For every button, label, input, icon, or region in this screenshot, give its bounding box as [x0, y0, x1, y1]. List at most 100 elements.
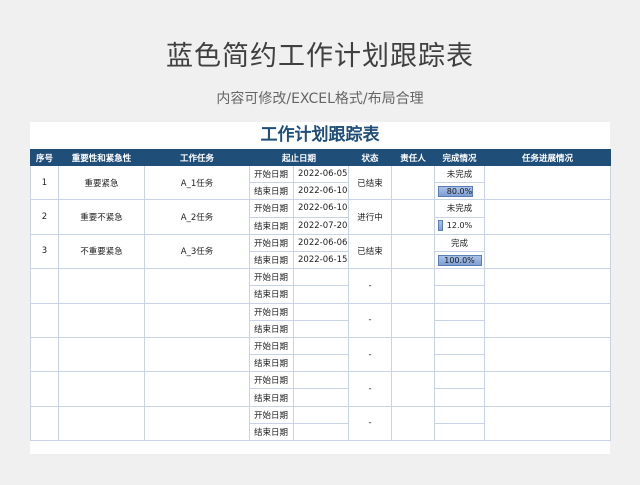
cell-completion[interactable]: 未完成 — [434, 164, 486, 184]
start-date-label: 开始日期 — [249, 405, 294, 424]
col-header-completion[interactable]: 完成情况 — [434, 149, 486, 166]
col-header-status[interactable]: 状态 — [348, 149, 393, 166]
cell-priority[interactable] — [58, 302, 145, 338]
cell-progress-notes[interactable] — [484, 268, 612, 304]
cell-no[interactable]: 1 — [30, 164, 59, 201]
cell-priority[interactable] — [58, 405, 145, 442]
cell-progress-notes[interactable] — [484, 164, 612, 201]
cell-owner[interactable] — [391, 336, 436, 373]
cell-progress-bar[interactable] — [434, 285, 486, 304]
cell-start-date[interactable] — [292, 336, 350, 356]
cell-progress-notes[interactable] — [484, 336, 612, 373]
table-row: 开始日期 - — [30, 405, 612, 442]
cell-start-date[interactable]: 2022-06-10 — [292, 199, 350, 218]
cell-progress-bar[interactable] — [434, 319, 486, 338]
end-date-label: 结束日期 — [249, 422, 294, 442]
col-header-dates[interactable]: 起止日期 — [248, 149, 350, 166]
cell-end-date[interactable]: 2022-06-15 — [292, 250, 350, 270]
start-date-label: 开始日期 — [249, 302, 294, 321]
cell-owner[interactable] — [391, 268, 436, 304]
col-header-task[interactable]: 工作任务 — [144, 149, 250, 166]
cell-owner[interactable] — [391, 164, 436, 201]
cell-priority[interactable] — [58, 371, 145, 407]
cell-priority[interactable]: 不重要紧急 — [58, 233, 145, 270]
cell-end-date[interactable]: 2022-06-10 — [292, 182, 350, 201]
start-date-label: 开始日期 — [249, 268, 294, 287]
cell-task[interactable] — [144, 405, 250, 442]
cell-progress-bar[interactable]: 12.0% — [434, 216, 486, 235]
cell-no[interactable] — [30, 268, 59, 304]
cell-owner[interactable] — [391, 371, 436, 407]
cell-start-date[interactable] — [292, 371, 350, 390]
cell-priority[interactable] — [58, 268, 145, 304]
cell-status[interactable]: 已结束 — [348, 164, 393, 201]
cell-progress-notes[interactable] — [484, 199, 612, 235]
cell-task[interactable]: A_3任务 — [144, 233, 250, 270]
cell-no[interactable] — [30, 371, 59, 407]
cell-owner[interactable] — [391, 302, 436, 338]
cell-status[interactable]: - — [348, 371, 393, 407]
cell-completion[interactable]: 完成 — [434, 233, 486, 252]
progress-percent: 100.0% — [444, 255, 475, 265]
cell-task[interactable]: A_1任务 — [144, 164, 250, 201]
cell-status[interactable]: 进行中 — [348, 199, 393, 235]
cell-task[interactable]: A_2任务 — [144, 199, 250, 235]
table-row: 开始日期 - — [30, 336, 612, 373]
table-row: 3 不重要紧急 A_3任务 开始日期 2022-06-06 已结束 完成 — [30, 233, 612, 270]
cell-no[interactable]: 3 — [30, 233, 59, 270]
cell-owner[interactable] — [391, 199, 436, 235]
cell-status[interactable]: - — [348, 405, 393, 442]
cell-end-date[interactable] — [292, 354, 350, 373]
progress-percent: 12.0% — [446, 221, 473, 231]
cell-end-date[interactable] — [292, 388, 350, 407]
cell-task[interactable] — [144, 302, 250, 338]
cell-priority[interactable] — [58, 336, 145, 373]
cell-progress-bar[interactable]: 100.0% — [434, 250, 486, 270]
cell-completion[interactable] — [434, 405, 486, 424]
cell-start-date[interactable] — [292, 268, 350, 287]
cell-progress-bar[interactable] — [434, 354, 486, 373]
cell-end-date[interactable]: 2022-07-20 — [292, 216, 350, 235]
cell-end-date[interactable] — [292, 319, 350, 338]
cell-priority[interactable]: 重要紧急 — [58, 164, 145, 201]
cell-no[interactable] — [30, 336, 59, 373]
cell-status[interactable]: - — [348, 336, 393, 373]
cell-status[interactable]: 已结束 — [348, 233, 393, 270]
cell-progress-notes[interactable] — [484, 233, 612, 270]
cell-start-date[interactable] — [292, 405, 350, 424]
col-header-priority[interactable]: 重要性和紧急性 — [58, 149, 145, 166]
cell-task[interactable] — [144, 336, 250, 373]
start-date-label: 开始日期 — [249, 199, 294, 218]
cell-progress-notes[interactable] — [484, 405, 612, 442]
cell-no[interactable]: 2 — [30, 199, 59, 235]
cell-progress-bar[interactable]: 80.0% — [434, 182, 486, 201]
cell-task[interactable] — [144, 268, 250, 304]
cell-end-date[interactable] — [292, 285, 350, 304]
cell-end-date[interactable] — [292, 422, 350, 442]
cell-progress-notes[interactable] — [484, 371, 612, 407]
cell-progress-bar[interactable] — [434, 388, 486, 407]
col-header-no[interactable]: 序号 — [30, 149, 59, 166]
cell-owner[interactable] — [391, 233, 436, 270]
cell-progress-notes[interactable] — [484, 302, 612, 338]
col-header-progress-notes[interactable]: 任务进展情况 — [484, 149, 612, 166]
cell-no[interactable] — [30, 405, 59, 442]
cell-completion[interactable] — [434, 336, 486, 356]
cell-progress-bar[interactable] — [434, 422, 486, 442]
cell-completion[interactable] — [434, 268, 486, 287]
cell-task[interactable] — [144, 371, 250, 407]
start-date-label: 开始日期 — [249, 371, 294, 390]
cell-no[interactable] — [30, 302, 59, 338]
cell-start-date[interactable]: 2022-06-06 — [292, 233, 350, 252]
cell-status[interactable]: - — [348, 302, 393, 338]
cell-completion[interactable]: 未完成 — [434, 199, 486, 218]
cell-start-date[interactable]: 2022-06-05 — [292, 164, 350, 184]
cell-completion[interactable] — [434, 302, 486, 321]
progress-bar: 80.0% — [437, 185, 482, 197]
cell-owner[interactable] — [391, 405, 436, 442]
col-header-owner[interactable]: 责任人 — [391, 149, 436, 166]
cell-priority[interactable]: 重要不紧急 — [58, 199, 145, 235]
cell-completion[interactable] — [434, 371, 486, 390]
cell-status[interactable]: - — [348, 268, 393, 304]
cell-start-date[interactable] — [292, 302, 350, 321]
